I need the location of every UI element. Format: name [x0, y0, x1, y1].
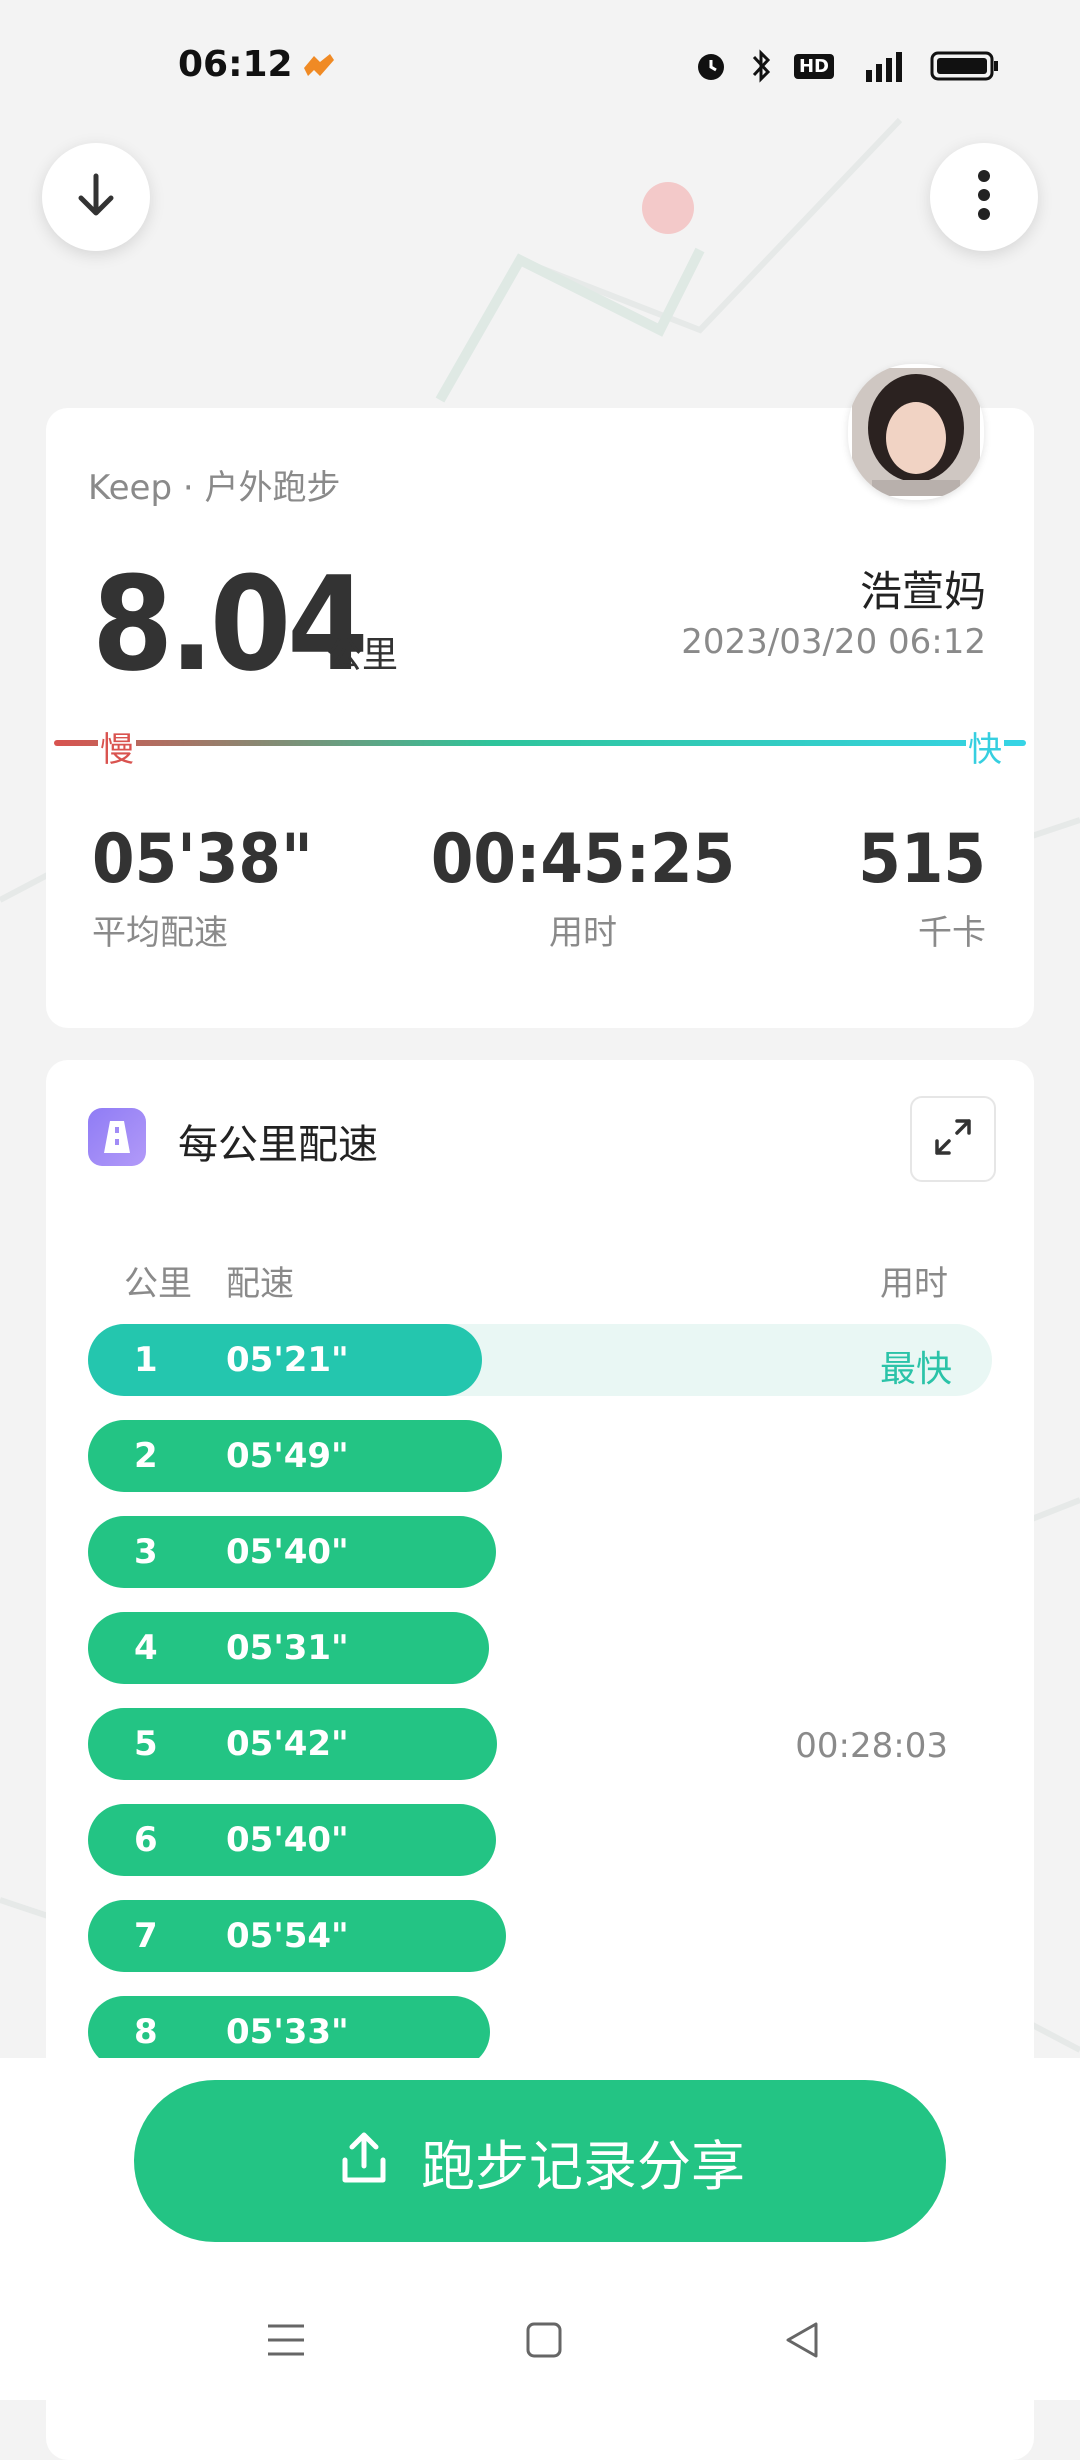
calories-label: 千卡	[918, 913, 986, 953]
split-km: 8	[134, 2012, 158, 2052]
pace-road-icon	[88, 1108, 146, 1166]
splits-title: 每公里配速	[178, 1122, 378, 1168]
expand-button[interactable]	[910, 1096, 996, 1182]
split-km: 2	[134, 1436, 158, 1476]
split-pace: 05'33"	[226, 2012, 349, 2052]
split-row[interactable]: 1 05'21" 最快	[88, 1324, 992, 1396]
menu-icon	[264, 2320, 308, 2364]
fastest-badge: 最快	[879, 1349, 952, 1390]
slow-label: 慢	[98, 722, 136, 771]
split-pace: 05'49"	[226, 1436, 349, 1476]
split-km: 4	[134, 1628, 158, 1668]
menu-nav-button[interactable]	[256, 2312, 316, 2372]
column-header-km: 公里	[124, 1264, 192, 1304]
user-name: 浩萱妈	[859, 567, 986, 616]
calories-value: 515	[858, 820, 986, 899]
keep-notification-icon	[300, 52, 336, 86]
split-pace: 05'40"	[226, 1820, 349, 1860]
status-time: 06:12	[178, 44, 293, 85]
distance-unit: 公里	[326, 635, 399, 676]
column-header-time: 用时	[880, 1264, 948, 1304]
split-pace: 05'40"	[226, 1532, 349, 1572]
signal-5g-icon	[852, 48, 912, 84]
avatar-image	[852, 368, 980, 500]
arrow-down-icon	[69, 168, 123, 226]
activity-source: Keep · 户外跑步	[88, 468, 341, 508]
back-triangle-icon	[782, 2320, 822, 2364]
duration-stat: 00:45:25 用时	[418, 820, 748, 954]
calories-stat: 515 千卡	[858, 820, 986, 954]
duration-label: 用时	[549, 913, 617, 953]
duration-value: 00:45:25	[430, 820, 736, 899]
run-summary-card: Keep · 户外跑步 8.04 公里 浩萱妈 2023/03/20 06:12…	[46, 408, 1034, 1028]
back-nav-button[interactable]	[772, 2312, 832, 2372]
split-pace: 05'31"	[226, 1628, 349, 1668]
split-row[interactable]: 4 05'31"	[88, 1612, 992, 1684]
pace-gradient-bar	[54, 740, 1026, 746]
hd-icon: HD	[793, 53, 834, 79]
splits-list: 1 05'21" 最快 2 05'49" 3 05'40" 4 05'31" 5 05'42" 00:…	[88, 1324, 992, 2092]
alarm-icon	[694, 49, 728, 83]
split-pace: 05'54"	[226, 1916, 349, 1956]
download-button[interactable]	[42, 143, 150, 251]
share-button-label: 跑步记录分享	[421, 2134, 745, 2198]
split-row[interactable]: 5 05'42" 00:28:03	[88, 1708, 992, 1780]
split-row[interactable]: 2 05'49"	[88, 1420, 992, 1492]
more-vertical-icon	[974, 168, 994, 226]
bluetooth-icon	[746, 48, 776, 84]
avatar[interactable]	[848, 364, 984, 500]
avg-pace-stat: 05'38" 平均配速	[92, 820, 313, 954]
split-km: 6	[134, 1820, 158, 1860]
split-row[interactable]: 6 05'40"	[88, 1804, 992, 1876]
distance-value: 8.04	[92, 548, 369, 700]
more-options-button[interactable]	[930, 143, 1038, 251]
split-km: 7	[134, 1916, 158, 1956]
avg-pace-value: 05'38"	[92, 820, 313, 899]
column-header-pace: 配速	[226, 1264, 294, 1304]
fast-label: 快	[966, 722, 1004, 771]
battery-icon	[930, 49, 1000, 83]
square-icon	[524, 2320, 564, 2364]
split-row[interactable]: 7 05'54"	[88, 1900, 992, 1972]
status-bar: 06:12 HD	[0, 0, 1080, 140]
split-pace: 05'42"	[226, 1724, 349, 1764]
share-run-record-button[interactable]: 跑步记录分享	[134, 2080, 946, 2242]
split-pace: 05'21"	[226, 1340, 349, 1380]
split-km: 1	[134, 1340, 158, 1380]
expand-icon	[931, 1115, 975, 1163]
system-navigation-bar	[0, 2290, 1080, 2400]
split-km: 5	[134, 1724, 158, 1764]
avg-pace-label: 平均配速	[92, 913, 228, 953]
split-elapsed-time: 00:28:03	[795, 1726, 948, 1766]
split-row[interactable]: 3 05'40"	[88, 1516, 992, 1588]
share-icon	[335, 2130, 393, 2192]
split-km: 3	[134, 1532, 158, 1572]
home-nav-button[interactable]	[514, 2312, 574, 2372]
run-date: 2023/03/20 06:12	[681, 622, 986, 662]
